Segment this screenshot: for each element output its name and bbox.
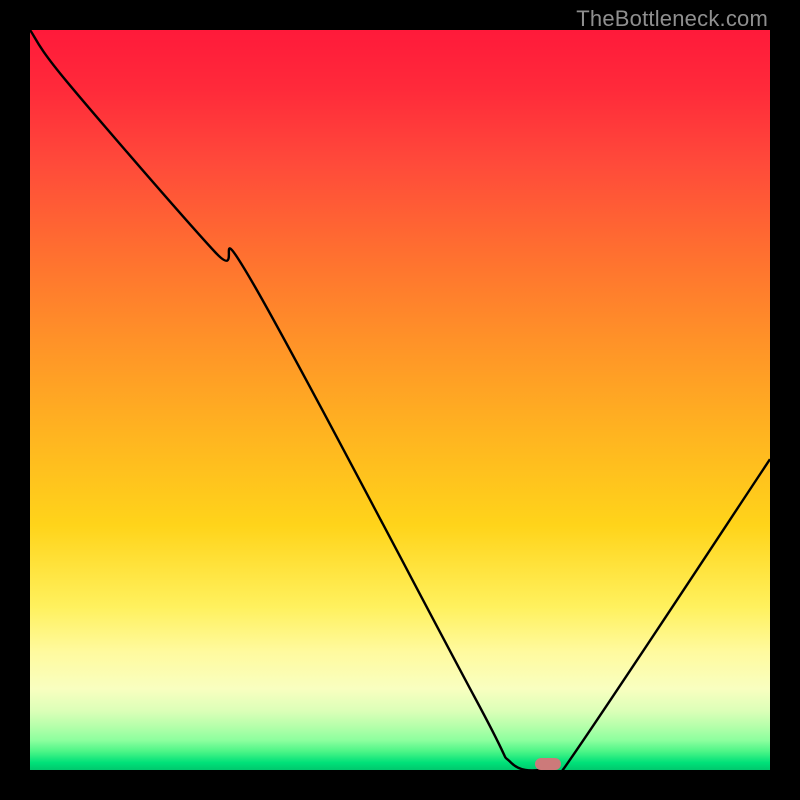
plot-area: [30, 30, 770, 770]
curve-path: [30, 30, 770, 770]
optimum-marker: [535, 758, 561, 770]
bottleneck-curve: [30, 30, 770, 770]
watermark-text: TheBottleneck.com: [576, 6, 768, 32]
chart-frame: TheBottleneck.com: [0, 0, 800, 800]
